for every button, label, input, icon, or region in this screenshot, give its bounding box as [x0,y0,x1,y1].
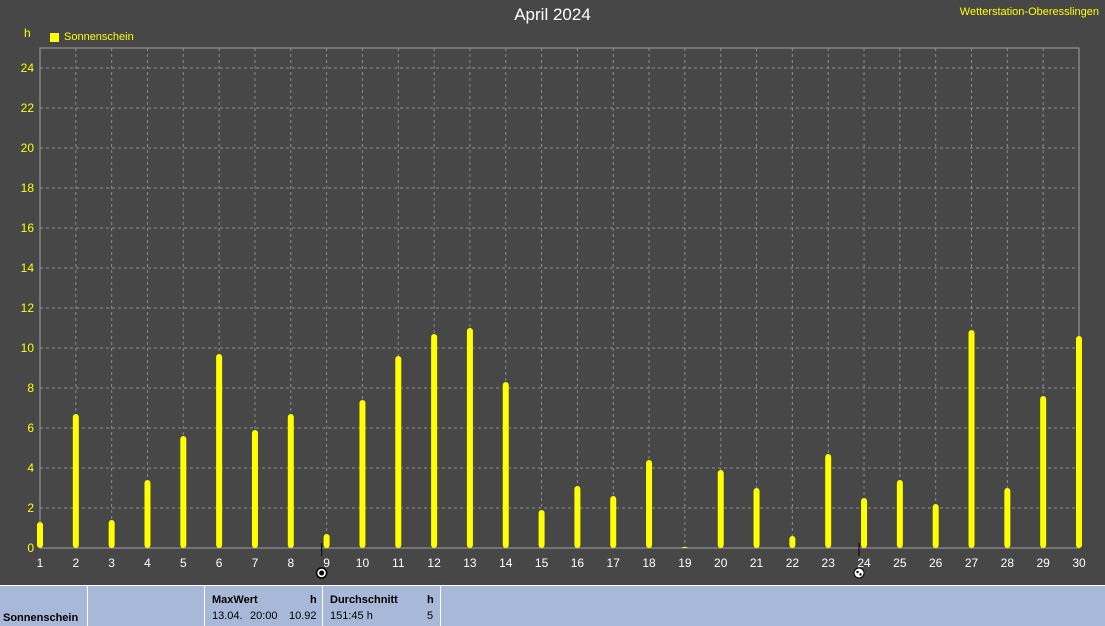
y-tick-label: 16 [21,221,35,235]
y-tick-label: 14 [21,261,35,275]
sunshine-bar [251,430,258,548]
avg-unit: h [427,594,434,606]
sunshine-bar [466,328,473,548]
x-tick-label: 23 [822,556,836,570]
y-tick-label: 10 [21,341,35,355]
x-tick-label: 22 [786,556,800,570]
max-time: 20:00 [250,610,278,622]
y-tick-label: 20 [21,141,35,155]
y-tick-label: 0 [27,541,34,555]
footer-row-label-cell: Sonnenschein [0,586,88,626]
sunshine-bar [932,504,939,548]
new-moon-core [319,570,325,576]
y-tick-label: 22 [21,101,35,115]
x-tick-label: 29 [1036,556,1050,570]
sunshine-bar [37,522,43,548]
sunshine-bar [1076,336,1082,548]
x-tick-label: 5 [180,556,187,570]
x-tick-label: 10 [356,556,370,570]
footer-avg-cell: Durchschnitt h 151:45 h 5 [323,586,441,626]
y-tick-label: 12 [21,301,35,315]
x-tick-label: 14 [499,556,513,570]
sunshine-bar [395,356,402,548]
y-tick-label: 4 [27,461,34,475]
sunshine-bar [717,470,724,548]
sunshine-bar [610,496,617,548]
footer-max-cell: MaxWert h 13.04. 20:00 10.92 [205,586,323,626]
max-value: 10.92 [289,610,317,622]
y-tick-label: 8 [27,381,34,395]
sunshine-bar [216,354,223,548]
avg-value: 5 [427,610,434,622]
x-tick-label: 21 [750,556,764,570]
x-tick-label: 17 [607,556,621,570]
x-tick-label: 26 [929,556,943,570]
sunshine-bar [968,330,975,548]
sunshine-chart: 0246810121416182022241 2 3 4 5 6 7 8 9 10 11 12 13 14… [21,47,1086,579]
sunshine-bar [681,547,688,548]
sunshine-bar [1004,488,1011,548]
station-name: Wetterstation-Oberesslingen [959,6,1099,18]
legend-swatch [50,32,59,42]
footer-empty-cell [88,586,205,626]
full-moon-spot [859,573,862,576]
footer-row-label: Sonnenschein [3,612,79,624]
x-tick-label: 2 [72,556,79,570]
x-tick-label: 30 [1072,556,1086,570]
x-tick-label: 6 [216,556,223,570]
sunshine-bar [180,436,187,548]
full-moon-icon [853,567,865,579]
sunshine-bar [538,510,545,548]
x-tick-label: 12 [427,556,441,570]
sunshine-bar [287,414,294,548]
sunshine-bar [431,334,438,548]
x-tick-label: 9 [323,556,330,570]
x-tick-label: 3 [108,556,115,570]
sunshine-bar [359,400,366,548]
x-tick-label: 7 [252,556,259,570]
sunshine-bar [144,480,151,548]
avg-total: 151:45 h [330,610,373,622]
y-tick-label: 24 [21,61,35,75]
sunshine-bar [574,486,581,548]
y-tick-label: 2 [27,501,34,515]
y-tick-label: 18 [21,181,35,195]
sunshine-bar [1040,396,1047,548]
plot-frame [39,47,1080,549]
x-tick-label: 20 [714,556,728,570]
x-tick-label: 16 [571,556,585,570]
max-date: 13.04. [212,610,243,622]
x-tick-label: 1 [37,556,44,570]
x-tick-label: 18 [642,556,656,570]
x-tick-label: 19 [678,556,692,570]
x-tick-label: 4 [144,556,151,570]
x-tick-label: 15 [535,556,549,570]
y-axis-unit: h [24,26,31,40]
x-tick-label: 27 [965,556,979,570]
sunshine-bar [825,454,832,548]
avg-header: Durchschnitt [330,594,398,606]
chart-title: April 2024 [514,5,591,24]
sunshine-bar [108,520,115,548]
stats-footer: Sonnenschein MaxWert h 13.04. 20:00 10.9… [0,585,1105,626]
sunshine-bar [896,480,903,548]
max-header: MaxWert [212,594,258,606]
x-tick-label: 8 [287,556,294,570]
x-tick-label: 25 [893,556,907,570]
sunshine-bar [861,498,868,548]
sunshine-bar [502,382,509,548]
sunshine-bar [753,488,760,548]
sunshine-bar [323,534,330,548]
max-unit: h [310,594,317,606]
y-tick-label: 6 [27,421,34,435]
x-tick-label: 28 [1001,556,1015,570]
sunshine-bar [646,460,653,548]
full-moon-spot [856,570,859,574]
legend: Sonnenschein [50,31,134,43]
x-tick-label: 11 [392,556,405,570]
legend-label: Sonnenschein [64,31,134,43]
sunshine-bar [72,414,79,548]
sunshine-bar [789,536,796,548]
x-tick-label: 13 [463,556,477,570]
